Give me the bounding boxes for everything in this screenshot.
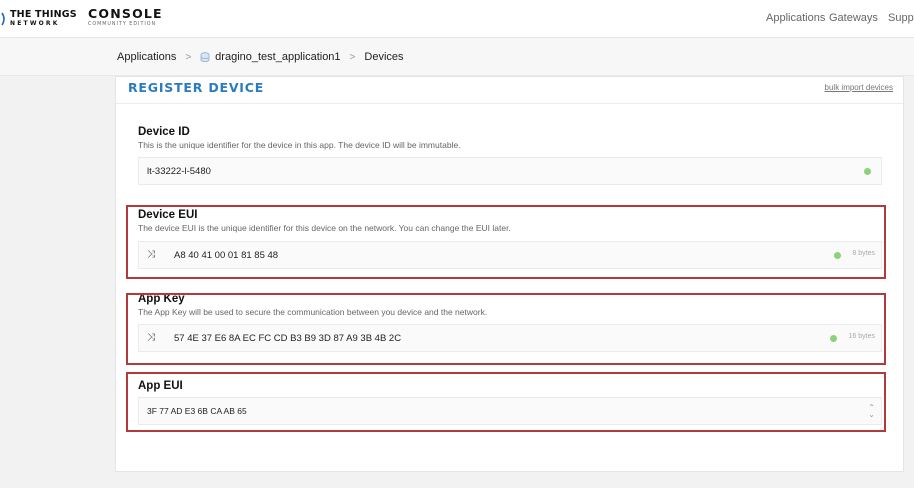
device-id-help: This is the unique identifier for the de… (138, 140, 461, 150)
console-subtitle: COMMUNITY EDITION (88, 22, 157, 27)
breadcrumb-separator: > (185, 51, 192, 63)
console-logo[interactable]: CONSOLE COMMUNITY EDITION (88, 7, 163, 28)
highlight-app-eui (126, 372, 886, 432)
top-navbar: THE THINGS NETWORK CONSOLE COMMUNITY EDI… (0, 0, 914, 38)
title-divider (116, 103, 903, 104)
nav-gateways[interactable]: Gateways (829, 12, 878, 24)
nav-support[interactable]: Supp (888, 12, 914, 24)
bulk-import-link[interactable]: bulk import devices (825, 83, 893, 92)
ttn-logo[interactable]: THE THINGS NETWORK (10, 9, 77, 28)
console-title: CONSOLE (88, 6, 163, 21)
device-id-value: lt-33222-l-5480 (147, 166, 211, 177)
highlight-app-key (126, 293, 886, 365)
device-id-input[interactable]: lt-33222-l-5480 (138, 157, 882, 185)
ttn-logo-icon (1, 12, 5, 26)
breadcrumb-applications[interactable]: Applications (117, 51, 176, 63)
brand-line1: THE THINGS (10, 9, 77, 20)
device-id-label: Device ID (138, 126, 190, 138)
highlight-device-eui (126, 205, 886, 279)
breadcrumb-separator: > (349, 51, 356, 63)
valid-indicator (864, 168, 871, 175)
breadcrumb: Applications > dragino_test_application1… (117, 51, 404, 63)
nav-applications[interactable]: Applications (766, 12, 825, 24)
breadcrumb-devices[interactable]: Devices (364, 51, 403, 63)
breadcrumb-application[interactable]: dragino_test_application1 (215, 51, 340, 63)
breadcrumb-bar: Applications > dragino_test_application1… (0, 38, 914, 76)
brand-line2: NETWORK (10, 20, 60, 27)
application-database-icon (200, 51, 210, 62)
page-title: REGISTER DEVICE (128, 80, 265, 95)
